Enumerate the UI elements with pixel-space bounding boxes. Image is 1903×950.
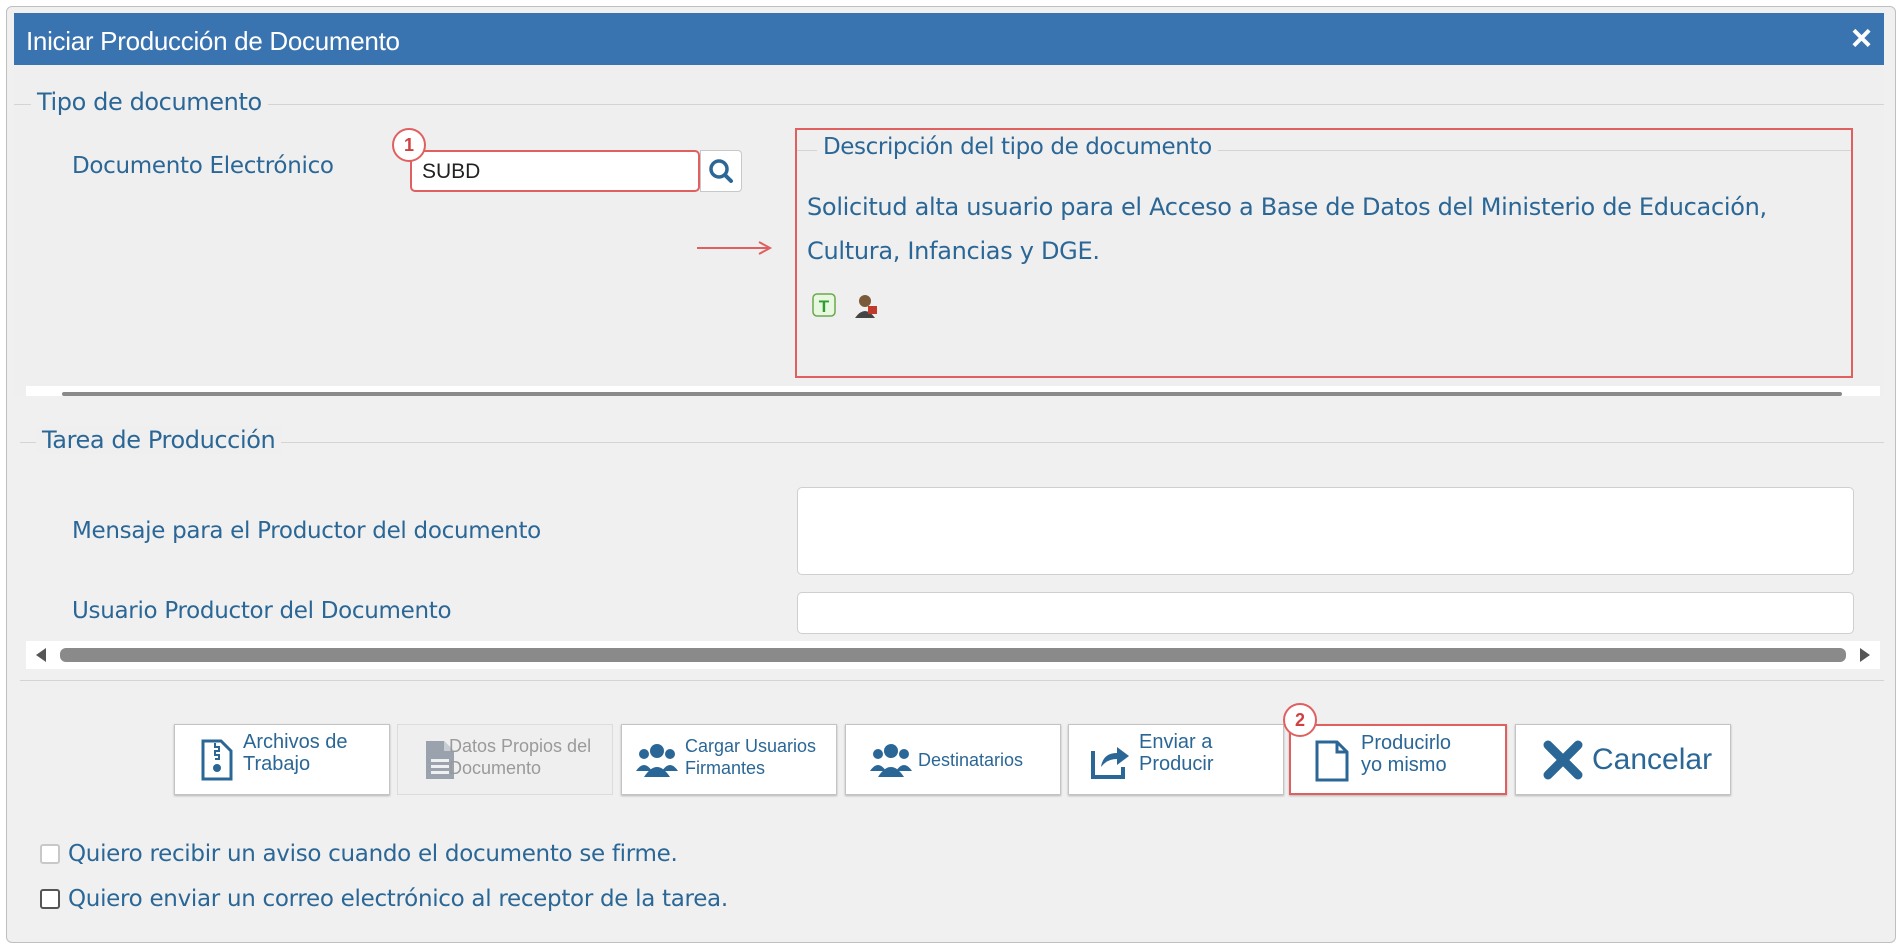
documento-electronico-label: Documento Electrónico	[72, 153, 334, 179]
aviso-firma-row[interactable]: Quiero recibir un aviso cuando el docume…	[40, 841, 678, 867]
destinatarios-button[interactable]: Destinatarios	[845, 724, 1061, 795]
actions-divider	[20, 680, 1884, 681]
users-group-icon	[636, 744, 678, 777]
enviar-producir-button[interactable]: Enviar a Producir	[1068, 724, 1284, 795]
tarea-produccion-legend: Tarea de Producción	[36, 426, 282, 454]
cargar-usuarios-firmantes-button[interactable]: Cargar Usuarios Firmantes	[621, 724, 837, 795]
horizontal-scrollbar-2[interactable]	[26, 641, 1880, 669]
scrollbar-thumb[interactable]	[62, 392, 1842, 396]
arrow-right-icon	[697, 241, 773, 255]
descripcion-text: Solicitud alta usuario para el Acceso a …	[807, 193, 1767, 265]
user-signature-icon	[855, 295, 877, 318]
zip-file-icon	[201, 739, 233, 781]
descripcion-legend: Descripción del tipo de documento	[817, 134, 1218, 160]
enviar-producir-label: Enviar a Producir	[1139, 731, 1214, 775]
cancelar-button[interactable]: Cancelar	[1515, 724, 1731, 795]
destinatarios-label: Destinatarios	[918, 750, 1024, 770]
datos-propios-label: Datos Propios del Documento	[449, 736, 592, 778]
close-x-icon	[1543, 740, 1583, 780]
scrollbar-thumb-2[interactable]	[60, 648, 1846, 662]
step-badge-2: 2	[1283, 703, 1317, 737]
cargar-usuarios-label: Cargar Usuarios Firmantes	[685, 736, 817, 778]
mensaje-productor-label: Mensaje para el Productor del documento	[72, 518, 541, 544]
producirlo-label: Producirlo yo mismo	[1361, 732, 1452, 776]
archivos-trabajo-label: Archivos de Trabajo	[243, 731, 348, 775]
mensaje-productor-textarea[interactable]	[797, 487, 1854, 575]
step-badge-1: 1	[392, 128, 426, 162]
scroll-right-icon[interactable]	[1858, 647, 1872, 663]
scroll-left-icon[interactable]	[34, 647, 48, 663]
archivos-trabajo-button[interactable]: Archivos de Trabajo	[174, 724, 390, 795]
tarea-divider	[20, 442, 1884, 443]
correo-receptor-row[interactable]: Quiero enviar un correo electrónico al r…	[40, 886, 728, 912]
correo-receptor-label: Quiero enviar un correo electrónico al r…	[68, 886, 728, 912]
search-button[interactable]	[700, 150, 742, 192]
dialog-titlebar: Iniciar Producción de Documento ×	[14, 13, 1884, 65]
documento-electronico-input[interactable]: SUBD	[410, 150, 700, 192]
template-t-icon: T	[812, 293, 836, 317]
legend-divider	[14, 104, 1884, 105]
dialog-title: Iniciar Producción de Documento	[26, 26, 400, 56]
usuario-productor-label: Usuario Productor del Documento	[72, 598, 452, 624]
svg-text:T: T	[819, 297, 830, 316]
correo-receptor-checkbox[interactable]	[40, 889, 60, 909]
share-icon	[1091, 747, 1129, 779]
producirlo-yo-mismo-button[interactable]: Producirlo yo mismo	[1289, 724, 1507, 795]
cancelar-label: Cancelar	[1592, 743, 1713, 776]
aviso-firma-checkbox[interactable]	[40, 844, 60, 864]
descripcion-tipo-box: Descripción del tipo de documento Solici…	[795, 128, 1853, 378]
close-icon[interactable]: ×	[1851, 19, 1872, 57]
aviso-firma-label: Quiero recibir un aviso cuando el docume…	[68, 841, 678, 867]
tipo-documento-legend: Tipo de documento	[31, 88, 268, 116]
users-group-icon	[870, 744, 912, 777]
horizontal-scrollbar-1[interactable]	[26, 386, 1880, 396]
usuario-productor-input[interactable]	[797, 592, 1854, 634]
document-icon	[1315, 740, 1349, 782]
search-icon	[709, 159, 733, 183]
datos-propios-button[interactable]: Datos Propios del Documento	[397, 724, 613, 795]
